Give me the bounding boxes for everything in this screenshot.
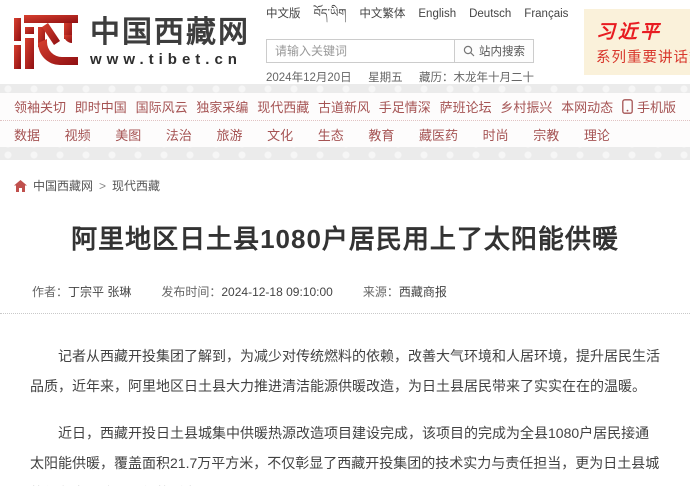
date-line: 2024年12月20日 星期五 藏历：木龙年十月二十 bbox=[266, 69, 534, 85]
source-label: 来源： bbox=[363, 285, 399, 299]
weekday: 星期五 bbox=[368, 69, 403, 85]
nav-item[interactable]: 藏医药 bbox=[419, 125, 458, 144]
meta-author: 作者：丁宗平 张琳 bbox=[32, 283, 131, 300]
publish-time-value: 2024-12-18 09:10:00 bbox=[221, 285, 332, 299]
nav-item[interactable]: 即时中国 bbox=[75, 97, 127, 116]
author-label: 作者： bbox=[32, 285, 68, 299]
site-header: 中国西藏网 www.tibet.cn 中文版 བོད་ཡིག 中文繁体 English… bbox=[0, 0, 690, 84]
nav-item[interactable]: 理论 bbox=[584, 125, 610, 144]
site-name: 中国西藏网 bbox=[90, 16, 250, 49]
gregorian-date: 2024年12月20日 bbox=[266, 69, 352, 85]
site-search: 站内搜索 bbox=[266, 39, 534, 63]
language-switcher: 中文版བོད་ཡིག中文繁体EnglishDeutschFrançais bbox=[266, 0, 534, 33]
nav-item[interactable]: 宗教 bbox=[533, 125, 559, 144]
breadcrumb: 中国西藏网 > 现代西藏 bbox=[0, 160, 690, 200]
site-wordmark: 中国西藏网 www.tibet.cn bbox=[90, 16, 250, 68]
language-link[interactable]: English bbox=[418, 8, 456, 20]
author-value: 丁宗平 张琳 bbox=[68, 285, 131, 299]
search-button[interactable]: 站内搜索 bbox=[454, 40, 533, 62]
nav-item[interactable]: 教育 bbox=[368, 125, 394, 144]
nav-item[interactable]: 手足情深 bbox=[379, 97, 431, 116]
search-button-label: 站内搜索 bbox=[479, 43, 525, 59]
publish-time-label: 发布时间： bbox=[161, 285, 221, 299]
search-icon bbox=[463, 45, 475, 57]
nav-item[interactable]: 视频 bbox=[65, 125, 91, 144]
breadcrumb-current[interactable]: 现代西藏 bbox=[112, 177, 160, 194]
language-link[interactable]: Français bbox=[524, 8, 568, 20]
language-link[interactable]: བོད་ཡིག bbox=[314, 0, 347, 33]
nav-item[interactable]: 乡村振兴 bbox=[500, 97, 552, 116]
banner-subtitle: 系列重要讲话数 bbox=[596, 46, 690, 67]
main-navigation: 领袖关切即时中国国际风云独家采编现代西藏古道新风手足情深萨班论坛乡村振兴本网动态… bbox=[0, 93, 690, 147]
nav-item-mobile-version[interactable]: 手机版 bbox=[622, 97, 676, 116]
nav-item[interactable]: 独家采编 bbox=[196, 97, 248, 116]
nav-item[interactable]: 数据 bbox=[14, 125, 40, 144]
nav-item[interactable]: 国际风云 bbox=[136, 97, 188, 116]
nav-item-mobile-label: 手机版 bbox=[637, 97, 676, 116]
tibetan-calendar-date: 藏历：木龙年十月二十 bbox=[419, 69, 534, 85]
nav-item[interactable]: 现代西藏 bbox=[257, 97, 309, 116]
breadcrumb-separator: > bbox=[99, 179, 106, 193]
nav-item[interactable]: 领袖关切 bbox=[14, 97, 66, 116]
meta-source: 来源：西藏商报 bbox=[363, 283, 447, 300]
article-title: 阿里地区日土县1080户居民用上了太阳能供暖 bbox=[0, 219, 690, 256]
search-input[interactable] bbox=[267, 40, 454, 62]
nav-item[interactable]: 萨班论坛 bbox=[440, 97, 492, 116]
nav-item[interactable]: 文化 bbox=[267, 125, 293, 144]
nav-item[interactable]: 美图 bbox=[115, 125, 141, 144]
site-url: www.tibet.cn bbox=[90, 51, 250, 68]
header-middle: 中文版བོད་ཡིག中文繁体EnglishDeutschFrançais 站内搜… bbox=[266, 0, 534, 85]
banner-title: 习近平 bbox=[596, 17, 690, 44]
nav-item[interactable]: 时尚 bbox=[483, 125, 509, 144]
source-value[interactable]: 西藏商报 bbox=[399, 285, 447, 299]
article-meta: 作者：丁宗平 张琳 发布时间：2024-12-18 09:10:00 来源：西藏… bbox=[0, 283, 690, 300]
xi-speeches-banner[interactable]: 习近平 系列重要讲话数 bbox=[584, 9, 690, 75]
nav-item[interactable]: 古道新风 bbox=[318, 97, 370, 116]
article-paragraph: 近日，西藏开投日土县城集中供暖热源改造项目建设完成，该项目的完成为全县1080户… bbox=[30, 418, 660, 486]
nav-pattern-band: 领袖关切即时中国国际风云独家采编现代西藏古道新风手足情深萨班论坛乡村振兴本网动态… bbox=[0, 84, 690, 160]
site-logo[interactable]: 中国西藏网 www.tibet.cn bbox=[14, 15, 250, 69]
nav-item[interactable]: 本网动态 bbox=[561, 97, 613, 116]
language-link[interactable]: 中文版 bbox=[266, 5, 301, 21]
home-icon bbox=[14, 180, 27, 192]
nav-item[interactable]: 生态 bbox=[318, 125, 344, 144]
nav-item[interactable]: 旅游 bbox=[217, 125, 243, 144]
mobile-phone-icon bbox=[622, 99, 633, 114]
nav-row-secondary: 数据 视频 美图 法治 旅游 文化 生态 教育 藏医药 时尚 宗教 理论 bbox=[0, 120, 690, 147]
language-link[interactable]: 中文繁体 bbox=[359, 5, 405, 21]
tibet-net-emblem-icon bbox=[14, 15, 78, 69]
article-paragraph: 记者从西藏开投集团了解到，为减少对传统燃料的依赖，改善大气环境和人居环境，提升居… bbox=[30, 341, 660, 401]
breadcrumb-home-link[interactable]: 中国西藏网 bbox=[33, 177, 93, 194]
nav-row-primary: 领袖关切即时中国国际风云独家采编现代西藏古道新风手足情深萨班论坛乡村振兴本网动态… bbox=[0, 93, 690, 120]
article-body: 记者从西藏开投集团了解到，为减少对传统燃料的依赖，改善大气环境和人居环境，提升居… bbox=[0, 314, 690, 486]
nav-item[interactable]: 法治 bbox=[166, 125, 192, 144]
language-link[interactable]: Deutsch bbox=[469, 8, 511, 20]
meta-publish-time: 发布时间：2024-12-18 09:10:00 bbox=[161, 283, 332, 300]
